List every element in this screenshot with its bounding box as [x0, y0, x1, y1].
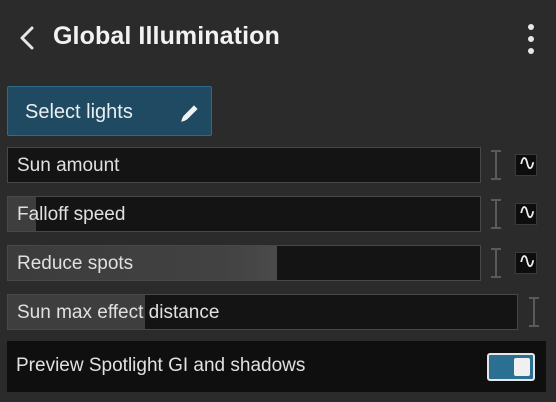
slider-label: Falloff speed — [17, 204, 126, 225]
page-title: Global Illumination — [53, 22, 280, 50]
text-cursor-icon[interactable] — [489, 198, 503, 230]
select-lights-label: Select lights — [25, 101, 133, 123]
slider-row-reduce-spots: Reduce spots ∿ — [7, 245, 539, 281]
header-bar: Global Illumination — [0, 0, 556, 78]
slider-label: Sun max effect distance — [17, 302, 220, 323]
select-lights-button[interactable]: Select lights — [7, 86, 212, 136]
animate-curve-icon[interactable]: ∿ — [515, 151, 537, 176]
text-cursor-icon[interactable] — [489, 149, 503, 181]
falloff-speed-slider[interactable]: Falloff speed — [7, 196, 481, 232]
toggle-knob — [514, 358, 530, 376]
slider-row-sun-amount: Sun amount ∿ — [7, 147, 539, 183]
preview-spotlight-row: Preview Spotlight GI and shadows — [7, 341, 546, 392]
slider-label: Sun amount — [17, 155, 120, 176]
sun-amount-slider[interactable]: Sun amount — [7, 147, 481, 183]
preview-toggle[interactable] — [487, 353, 535, 381]
more-vertical-icon[interactable] — [522, 24, 540, 54]
text-cursor-icon[interactable] — [527, 296, 541, 328]
text-cursor-icon[interactable] — [489, 247, 503, 279]
animate-curve-icon[interactable]: ∿ — [515, 249, 537, 274]
pencil-icon — [181, 105, 198, 122]
preview-label: Preview Spotlight GI and shadows — [16, 355, 306, 376]
reduce-spots-slider[interactable]: Reduce spots — [7, 245, 481, 281]
slider-row-sun-max-effect-distance: Sun max effect distance — [7, 294, 546, 330]
sun-max-effect-distance-slider[interactable]: Sun max effect distance — [7, 294, 518, 330]
animate-curve-icon[interactable]: ∿ — [515, 200, 537, 225]
slider-row-falloff-speed: Falloff speed ∿ — [7, 196, 539, 232]
chevron-left-icon[interactable] — [16, 24, 40, 52]
slider-label: Reduce spots — [17, 253, 134, 274]
